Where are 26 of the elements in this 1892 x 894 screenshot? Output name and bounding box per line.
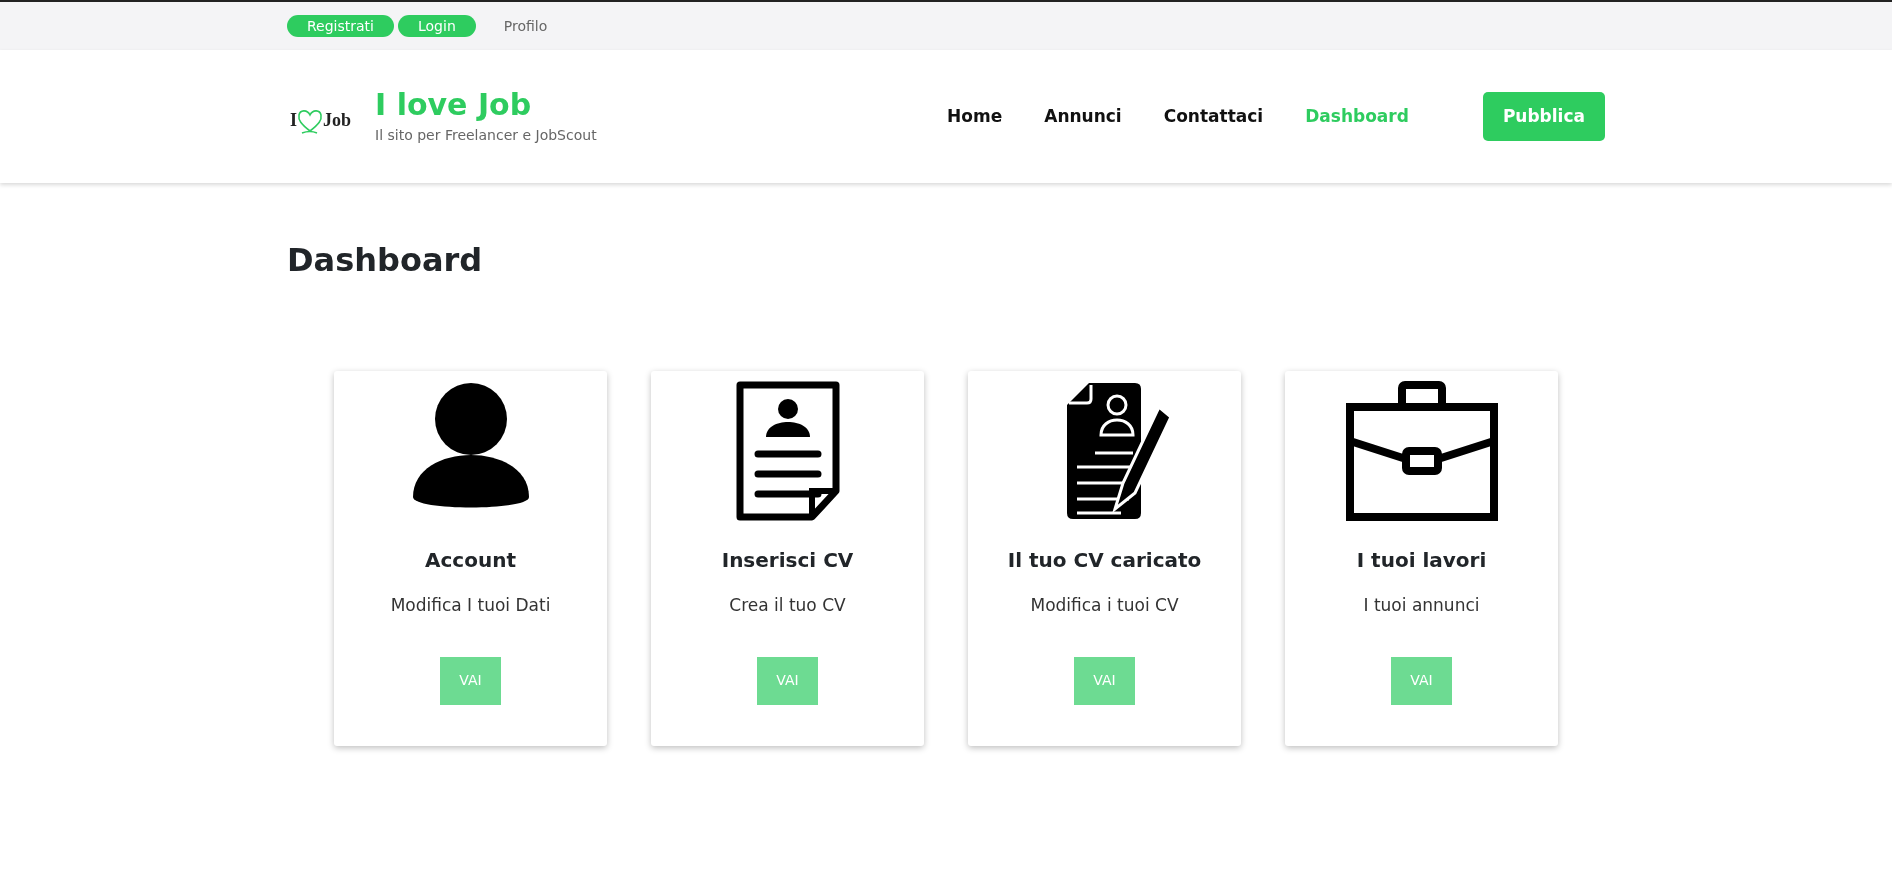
site-title: I love Job xyxy=(375,87,533,121)
site-tagline: Il sito per Freelancer e JobScout xyxy=(375,125,597,145)
nav-link[interactable]: Home xyxy=(947,103,1003,130)
card-title: Account xyxy=(424,547,517,575)
nav-link[interactable]: Contattaci xyxy=(1163,103,1264,130)
go-button[interactable]: VAI xyxy=(1391,656,1452,705)
top-bar-button[interactable]: Registrati xyxy=(287,15,394,37)
card-description: I tuoi annunci xyxy=(1362,594,1481,618)
go-button[interactable]: VAI xyxy=(1074,656,1135,705)
logo-text: I xyxy=(290,109,297,132)
profile-link[interactable]: Profilo xyxy=(503,15,548,37)
logo-text: Job xyxy=(323,109,352,132)
card-title: Il tuo CV caricato xyxy=(1006,547,1203,575)
heart-icon xyxy=(297,108,323,134)
go-button[interactable]: VAI xyxy=(757,656,818,705)
top-bar-button[interactable]: Login xyxy=(398,15,476,37)
card-description: Modifica I tuoi Dati xyxy=(389,594,552,618)
publish-button[interactable]: Pubblica xyxy=(1482,91,1605,142)
card-description: Modifica i tuoi CV xyxy=(1029,594,1180,618)
go-button[interactable]: VAI xyxy=(440,656,501,705)
nav-link[interactable]: Dashboard xyxy=(1305,103,1409,130)
page-heading: Dashboard xyxy=(287,241,484,280)
nav-link[interactable]: Annunci xyxy=(1044,103,1122,130)
card-description: Crea il tuo CV xyxy=(728,594,847,618)
card-title: Inserisci CV xyxy=(720,547,855,575)
card-title: I tuoi lavori xyxy=(1355,547,1488,575)
